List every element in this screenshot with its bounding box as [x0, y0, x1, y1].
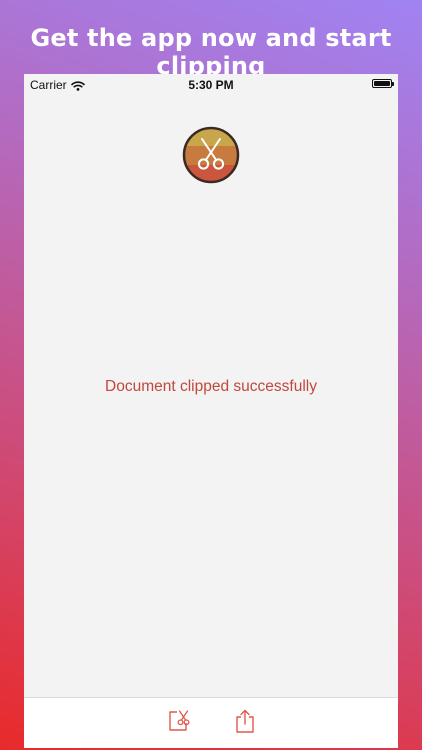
clip-document-button[interactable] [166, 708, 192, 734]
status-bar: Carrier 5:30 PM [24, 74, 398, 94]
status-time: 5:30 PM [188, 78, 234, 92]
share-button[interactable] [232, 708, 258, 734]
scissors-icon [182, 126, 240, 184]
share-icon [236, 709, 254, 733]
bottom-toolbar [24, 697, 398, 748]
promo-headline: Get the app now and start clipping [30, 24, 392, 80]
clip-scissors-icon [169, 710, 190, 731]
phone-screen: Carrier 5:30 PM Document clipped success… [24, 74, 398, 748]
battery-icon [372, 79, 394, 88]
status-message: Document clipped successfully [105, 378, 317, 395]
